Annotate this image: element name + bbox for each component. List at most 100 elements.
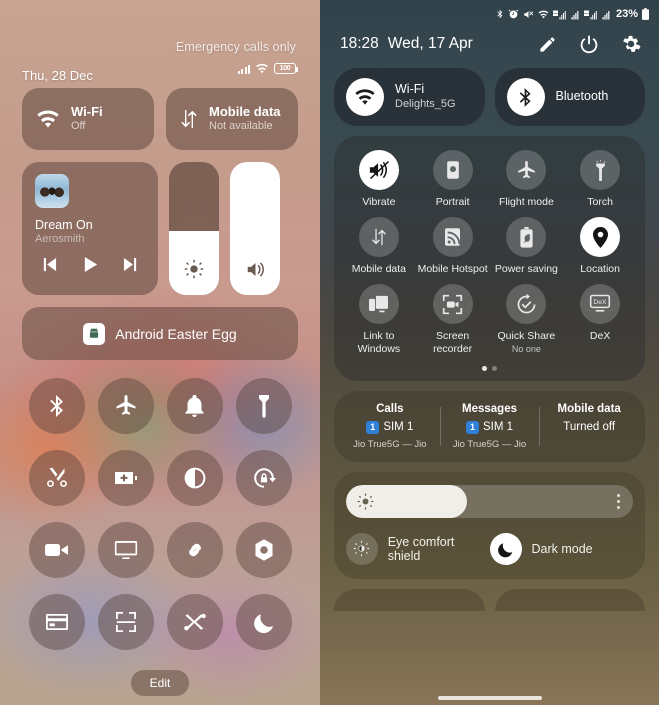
toggle-battery-saver[interactable]	[97, 450, 154, 506]
toggle-dark-theme[interactable]	[166, 450, 223, 506]
brightness-icon	[357, 492, 374, 510]
qs-label: Torch	[587, 196, 613, 208]
sim-column-head: Messages	[462, 402, 517, 415]
toggle-screenshot[interactable]	[28, 450, 85, 506]
wifi-tile-status: Off	[71, 120, 86, 133]
mobile-data-tile[interactable]: Mobile data Not available	[166, 88, 298, 150]
qs-sublabel: No one	[511, 344, 541, 355]
android-easter-egg-label: Android Easter Egg	[115, 325, 237, 342]
qs-dex[interactable]: DeX DeX	[563, 284, 637, 356]
scissors-icon	[46, 467, 67, 487]
wifi-tile-title: Wi-Fi	[71, 104, 103, 119]
gear-icon[interactable]	[621, 34, 641, 54]
qs-power-saving[interactable]: Power saving	[490, 217, 564, 276]
volte-signal-icon	[552, 10, 566, 19]
qs-torch[interactable]: Torch	[563, 150, 637, 209]
qs-location[interactable]: Location	[563, 217, 637, 276]
toggle-wallet[interactable]	[28, 594, 85, 650]
qr-scan-icon	[115, 612, 136, 632]
bluetooth-icon	[506, 78, 545, 116]
signal-bars-icon	[602, 10, 610, 19]
nearby-share-icon	[183, 613, 206, 631]
pencil-icon[interactable]	[538, 35, 557, 54]
battery-icon: 100	[274, 63, 298, 74]
android-easter-egg-row[interactable]: Android Easter Egg	[22, 307, 298, 360]
toggle-ring-mode[interactable]	[166, 378, 223, 434]
sim-status-panel: Calls 1 SIM 1 Jio True5G — Jio Messages …	[334, 390, 645, 462]
page-dot[interactable]	[492, 365, 497, 371]
bottom-card-left[interactable]	[334, 588, 485, 611]
qs-mobile-hotspot[interactable]: Mobile Hotspot	[416, 217, 490, 276]
page-dot-active[interactable]	[482, 365, 487, 371]
dark-mode-toggle[interactable]: Dark mode	[489, 532, 634, 565]
qs-label: Portrait	[435, 196, 470, 208]
qs-link-to-windows[interactable]: Link to Windows	[342, 284, 416, 356]
skip-next-icon[interactable]	[122, 257, 139, 272]
wifi-icon	[37, 110, 59, 128]
qs-label: Quick Share	[497, 330, 556, 343]
eye-comfort-shield-label: Eye comfort shield	[387, 534, 455, 563]
track-artist: Aerosmith	[35, 233, 85, 245]
data-arrows-icon	[358, 217, 399, 258]
toggle-qr-scanner[interactable]	[97, 594, 154, 650]
airplane-icon	[506, 150, 547, 190]
bluetooth-card[interactable]: Bluetooth	[494, 68, 645, 126]
toggle-nearby-link[interactable]	[166, 522, 223, 578]
toggle-airplane-mode[interactable]	[97, 378, 154, 434]
sim-column-messages[interactable]: Messages 1 SIM 1 Jio True5G — Jio	[439, 402, 540, 450]
toggle-camera-shortcut[interactable]	[235, 522, 292, 578]
sim-column-mid: Turned off	[543, 421, 635, 433]
qs-vibrate[interactable]: Vibrate	[342, 150, 416, 209]
skip-previous-icon[interactable]	[41, 257, 58, 272]
bottom-card-right[interactable]	[494, 588, 645, 611]
mute-icon	[524, 10, 534, 18]
volume-icon	[230, 260, 280, 279]
qs-label: Mobile data	[351, 263, 407, 276]
sim-column-calls[interactable]: Calls 1 SIM 1 Jio True5G — Jio	[340, 403, 440, 450]
qs-mobile-data[interactable]: Mobile data	[342, 217, 416, 276]
qs-screen-recorder[interactable]: Screen recorder	[416, 284, 490, 356]
bluetooth-card-title: Bluetooth	[555, 89, 609, 104]
toggle-nearby-share[interactable]	[166, 594, 223, 650]
toggle-cast[interactable]	[97, 522, 154, 578]
power-icon[interactable]	[579, 34, 599, 54]
more-vertical-icon[interactable]	[617, 493, 620, 509]
toggle-flashlight[interactable]	[235, 378, 292, 434]
clock-date: Wed, 17 Apr	[387, 35, 473, 52]
brightness-slider[interactable]	[346, 484, 633, 518]
edit-button[interactable]: Edit	[130, 670, 190, 696]
battery-plus-icon	[114, 472, 137, 484]
video-camera-icon	[44, 544, 68, 556]
aperture-icon	[255, 539, 272, 561]
qs-portrait[interactable]: Portrait	[416, 150, 490, 209]
eye-comfort-icon	[346, 532, 378, 565]
data-arrows-icon	[181, 110, 197, 128]
wallet-card-icon	[45, 614, 68, 630]
signal-bars-icon	[571, 10, 579, 19]
brightness-slider[interactable]	[169, 162, 219, 295]
samsung-quick-panel: 23% 18:28 Wed, 17 Apr Wi-Fi Delights_5G …	[320, 0, 659, 705]
media-player-card[interactable]: Dream On Aerosmith	[22, 162, 158, 295]
eye-comfort-shield-toggle[interactable]: Eye comfort shield	[346, 532, 490, 565]
sim-column-mobile-data[interactable]: Mobile data Turned off	[539, 403, 639, 450]
qs-quick-share[interactable]: Quick Share No one	[490, 284, 564, 356]
sim-column-mid: 1 SIM 1	[444, 420, 536, 434]
vibrate-icon	[358, 150, 399, 190]
moon-icon	[253, 614, 273, 634]
volume-slider[interactable]	[230, 162, 280, 295]
clock-time[interactable]: 18:28	[340, 35, 379, 53]
quick-settings-page-dots	[342, 365, 637, 371]
toggle-auto-rotate[interactable]	[235, 450, 292, 506]
wifi-tile[interactable]: Wi-Fi Off	[22, 88, 154, 150]
toggle-screen-record[interactable]	[28, 522, 85, 578]
play-icon[interactable]	[82, 256, 99, 273]
toggle-bluetooth[interactable]	[28, 378, 85, 434]
qs-flight-mode[interactable]: Flight mode	[490, 150, 564, 209]
wifi-card[interactable]: Wi-Fi Delights_5G	[334, 68, 485, 126]
qs-label: Flight mode	[498, 196, 554, 208]
rotation-lock-icon	[253, 468, 276, 488]
home-indicator[interactable]	[437, 696, 542, 700]
qs-label: Power saving	[494, 263, 558, 276]
dex-icon: DeX	[580, 284, 621, 325]
toggle-do-not-disturb[interactable]	[235, 594, 292, 650]
